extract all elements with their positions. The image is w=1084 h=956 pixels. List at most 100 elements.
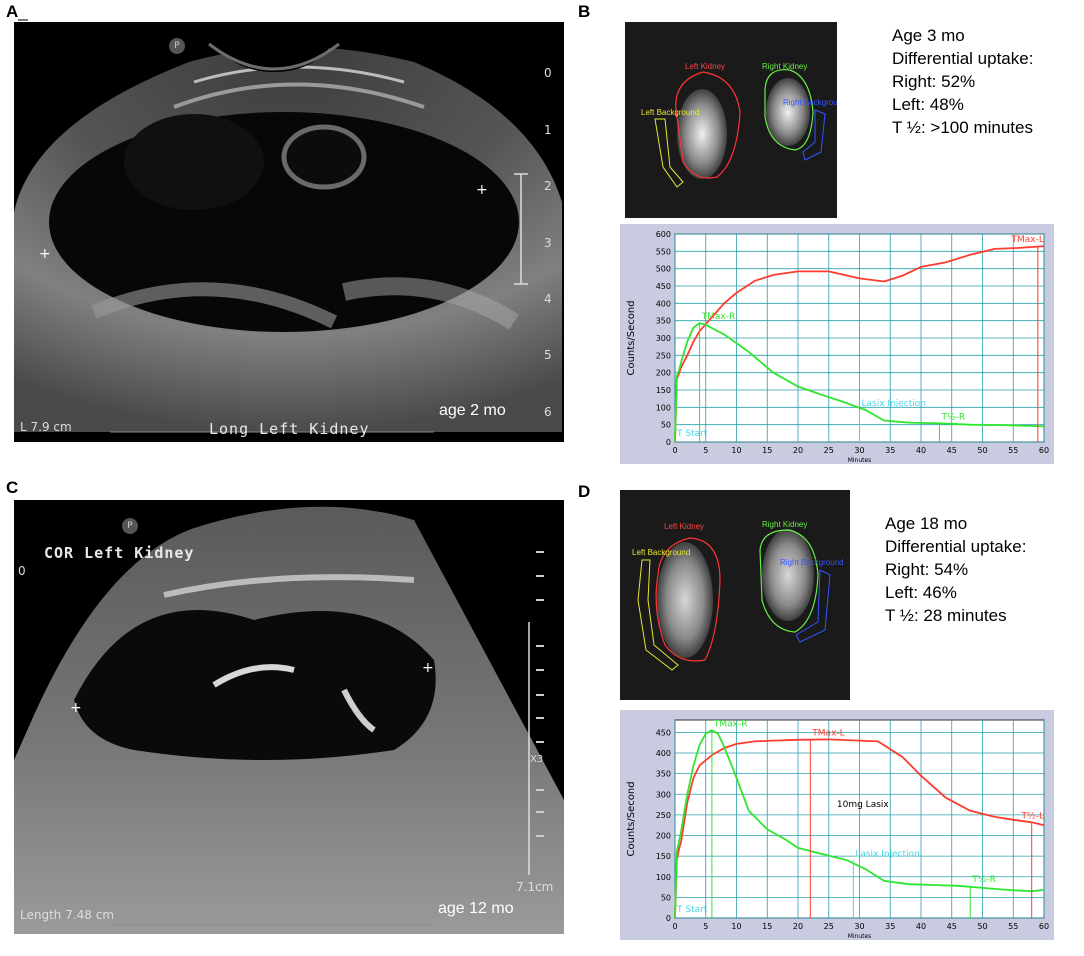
- y-tick-label: 200: [656, 832, 671, 841]
- depth-4-a: 4: [544, 292, 552, 306]
- age-label-a: age 2 mo: [439, 402, 506, 419]
- x-axis-label: Minutes: [848, 457, 872, 464]
- uptake-right-d: Right: 54%: [885, 560, 969, 579]
- x-tick-label: 25: [824, 922, 834, 931]
- y-axis-label: Counts/Second: [626, 300, 637, 375]
- x-tick-label: 35: [885, 922, 895, 931]
- annotation-label: T Start: [676, 429, 708, 439]
- age-d: Age 18 mo: [885, 514, 968, 533]
- x-tick-label: 35: [885, 446, 895, 455]
- y-tick-label: 0: [666, 914, 671, 923]
- annotation-label: TMax-L: [1010, 235, 1043, 245]
- annotation-label: T Start: [676, 905, 708, 915]
- roi-left-kidney-d: Left Kidney: [664, 522, 705, 531]
- y-tick-label: 550: [656, 247, 671, 256]
- length-label-c: Length 7.48 cm: [20, 908, 115, 922]
- x-tick-label: 60: [1039, 922, 1049, 931]
- y-tick-label: 250: [656, 351, 671, 360]
- x-tick-label: 0: [672, 446, 677, 455]
- renogram-chart-b: 0 5 10 15 20 25 30 35 40 45 50 55 60 0 50 100 150 200 250 3…: [620, 224, 1054, 464]
- roi-left-kidney-b: Left Kidney: [685, 62, 726, 71]
- x-axis-label: Minutes: [848, 933, 872, 940]
- annotation-label: TMax-R: [701, 312, 736, 322]
- y-tick-label: 150: [656, 386, 671, 395]
- y-axis-label: Counts/Second: [626, 781, 637, 856]
- x-tick-label: 55: [1008, 922, 1018, 931]
- ultrasound-fan-a: + +: [14, 22, 562, 433]
- age-label-c: age 12 mo: [438, 900, 514, 917]
- y-tick-label: 400: [656, 749, 671, 758]
- ultrasound-fan-c: + +: [14, 506, 564, 934]
- x-tick-label: 10: [731, 922, 741, 931]
- roi-left-bg-d: Left Background: [632, 548, 691, 557]
- uptake-info-d: Age 18 mo Differential uptake: Right: 54…: [885, 512, 1026, 627]
- depth-0-a: 0: [544, 66, 552, 80]
- probe-icon-a: P: [169, 38, 185, 54]
- x-tick-label: 50: [977, 446, 987, 455]
- renal-scan-image-d: [637, 529, 831, 671]
- uptake-title-d: Differential uptake:: [885, 537, 1027, 556]
- renal-scan-d: Left Kidney Right Kidney Left Background…: [620, 490, 850, 700]
- y-tick-label: 200: [656, 369, 671, 378]
- annotation-label: T½-R: [940, 412, 965, 422]
- view-label-c: COR Left Kidney: [44, 544, 195, 562]
- x-tick-label: 45: [947, 446, 957, 455]
- roi-right-bg-b: Right Background: [783, 98, 837, 107]
- renal-scan-image-b: [654, 69, 826, 188]
- svg-text:+: +: [70, 700, 82, 716]
- y-tick-label: 250: [656, 811, 671, 820]
- y-tick-label: 400: [656, 299, 671, 308]
- annotation-label: TMax-L: [811, 728, 844, 738]
- annotation-label: Lasix Injection: [855, 849, 920, 859]
- renogram-svg-b: 0 5 10 15 20 25 30 35 40 45 50 55 600501001502002503…: [626, 230, 1049, 464]
- x-tick-label: 25: [824, 446, 834, 455]
- x-tick-label: 10: [731, 446, 741, 455]
- probe-icon-c: P: [122, 518, 138, 534]
- ultrasound-image-c: + + P 0 COR Left Kidney X3 7.1cm Length …: [14, 500, 564, 934]
- y-tick-label: 300: [656, 334, 671, 343]
- x-tick-label: 45: [947, 922, 957, 931]
- renal-scan-b: Left Kidney Right Kidney Left Background…: [625, 22, 837, 218]
- y-tick-label: 100: [656, 873, 671, 882]
- depth-2-a: 2: [544, 179, 552, 193]
- marker-label-c: X3: [530, 754, 544, 765]
- y-tick-label: 50: [661, 893, 671, 902]
- annotation-label: T½-R: [971, 875, 996, 885]
- x-tick-label: 0: [672, 922, 677, 931]
- x-tick-label: 20: [793, 446, 803, 455]
- roi-right-kidney-d: Right Kidney: [762, 520, 808, 529]
- svg-text:+: +: [476, 182, 488, 198]
- renogram-chart-d: 0 5 10 15 20 25 30 35 40 45 50 55 60 0 50 100 150 200 250 3…: [620, 710, 1054, 940]
- y-tick-label: 300: [656, 790, 671, 799]
- y-tick-label: 450: [656, 282, 671, 291]
- depth-5-a: 5: [544, 348, 552, 362]
- y-tick-label: 450: [656, 728, 671, 737]
- x-tick-label: 40: [916, 922, 926, 931]
- roi-right-bg-d: Right Background: [780, 558, 844, 567]
- y-tick-label: 350: [656, 770, 671, 779]
- uptake-title-b: Differential uptake:: [892, 49, 1034, 68]
- y-tick-label: 0: [666, 438, 671, 447]
- y-tick-label: 350: [656, 317, 671, 326]
- annotation-label: Lasix Injection: [862, 399, 927, 409]
- panel-letter-d: D: [578, 482, 591, 501]
- uptake-left-d: Left: 46%: [885, 583, 957, 602]
- depth-3-a: 3: [544, 236, 552, 250]
- uptake-info-b: Age 3 mo Differential uptake: Right: 52%…: [892, 24, 1033, 139]
- view-label-a: Long Left Kidney: [209, 420, 370, 438]
- half-time-d: T ½: 28 minutes: [885, 606, 1007, 625]
- panel-letter-b: B: [578, 2, 591, 21]
- x-tick-label: 30: [854, 446, 864, 455]
- x-tick-label: 55: [1008, 446, 1018, 455]
- x-tick-label: 5: [703, 446, 708, 455]
- svg-text:+: +: [422, 660, 434, 676]
- half-time-b: T ½: >100 minutes: [892, 118, 1033, 137]
- zero-mark-c: 0: [18, 564, 26, 578]
- panel-letter-c: C: [6, 478, 19, 497]
- panel-letter-a: A_: [6, 2, 28, 21]
- x-tick-label: 50: [977, 922, 987, 931]
- svg-text:+: +: [39, 246, 51, 262]
- uptake-right-b: Right: 52%: [892, 72, 976, 91]
- renogram-svg-d: 0 5 10 15 20 25 30 35 40 45 50 55 60 0 50 100 150 200 250 3…: [626, 719, 1049, 940]
- y-tick-label: 500: [656, 265, 671, 274]
